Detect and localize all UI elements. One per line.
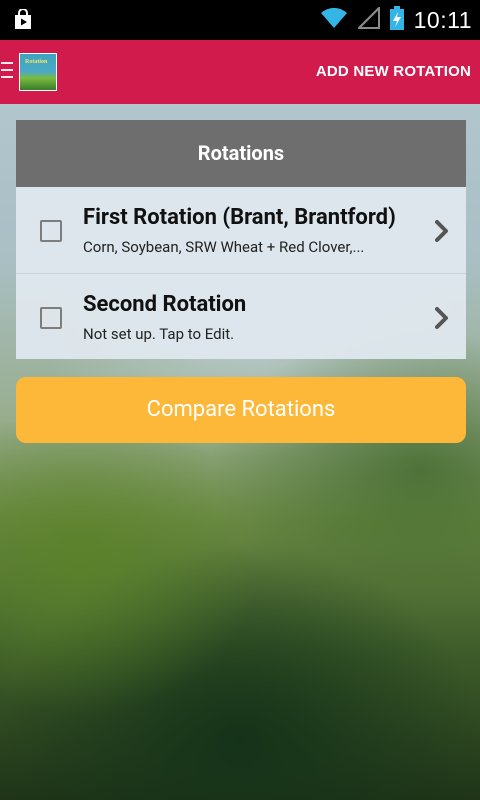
rotation-title: Second Rotation [83, 292, 247, 317]
battery-charging-icon [389, 6, 404, 34]
compare-rotations-button[interactable]: Compare Rotations [16, 377, 466, 443]
menu-icon[interactable] [1, 62, 13, 80]
app-logo[interactable]: Rotation [19, 53, 57, 91]
rotations-list: First Rotation (Brant, Brantford) Corn, … [16, 187, 466, 359]
rotation-row-second[interactable]: Second Rotation Not set up. Tap to Edit. [16, 273, 466, 359]
rotation-checkbox-first[interactable] [40, 220, 62, 242]
clock: 10:11 [413, 6, 472, 33]
app-logo-text: Rotation [25, 59, 48, 65]
wifi-icon [320, 7, 348, 33]
rotation-subtitle: Corn, Soybean, SRW Wheat + Red Clover,..… [83, 238, 365, 256]
rotations-header: Rotations [16, 120, 466, 187]
chevron-right-icon[interactable] [434, 219, 450, 243]
rotation-checkbox-second[interactable] [40, 307, 62, 329]
play-store-icon [12, 8, 34, 35]
status-bar: 10:11 [0, 0, 480, 40]
rotation-subtitle: Not set up. Tap to Edit. [83, 325, 235, 343]
action-bar: Rotation ADD NEW ROTATION [0, 40, 480, 104]
rotation-row-first[interactable]: First Rotation (Brant, Brantford) Corn, … [16, 187, 466, 273]
add-new-rotation-button[interactable]: ADD NEW ROTATION [316, 40, 471, 104]
rotations-card: Rotations First Rotation (Brant, Brantfo… [16, 120, 466, 359]
chevron-right-icon[interactable] [434, 306, 450, 330]
rotation-title: First Rotation (Brant, Brantford) [83, 205, 396, 230]
signal-icon [356, 5, 380, 33]
